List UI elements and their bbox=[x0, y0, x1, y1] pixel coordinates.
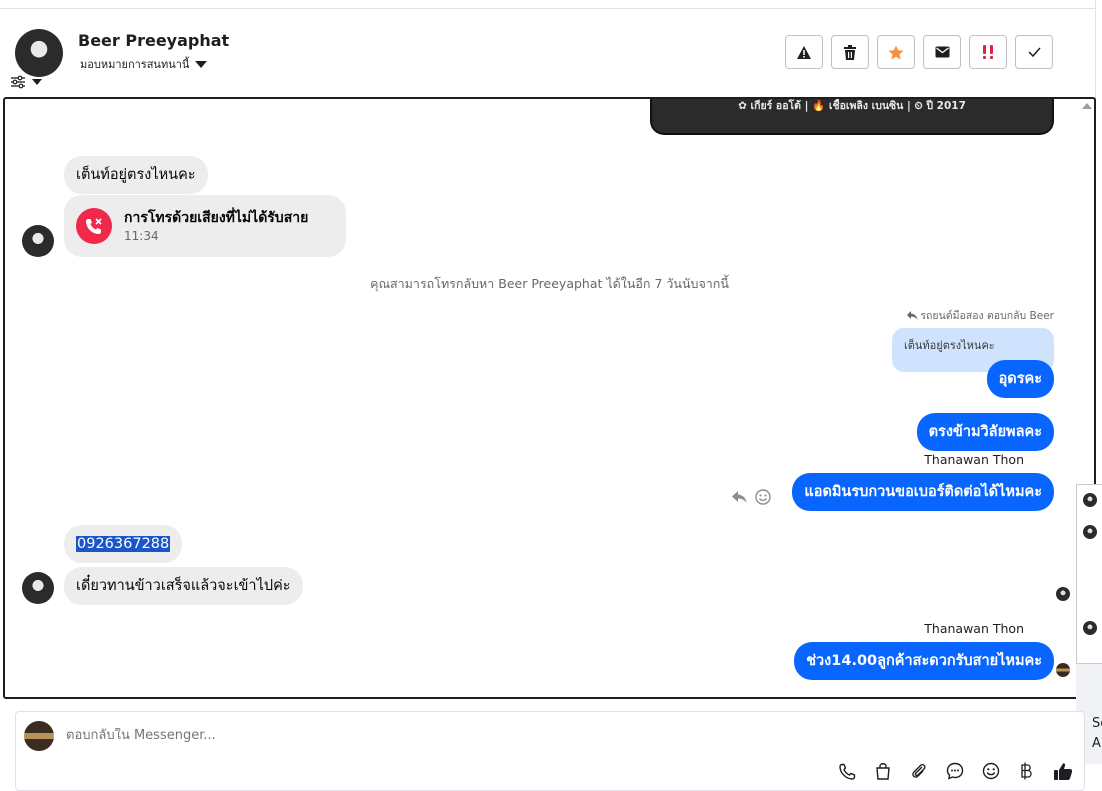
emoji-react-icon[interactable] bbox=[755, 489, 771, 505]
conversation-actions bbox=[785, 35, 1053, 69]
contact-name[interactable]: Beer Preeyaphat bbox=[78, 31, 229, 50]
side-avatar bbox=[1083, 525, 1097, 539]
reply-arrow-icon bbox=[907, 311, 918, 320]
reply-context-text: รถยนต์มือสอง ตอบกลับ Beer bbox=[920, 310, 1054, 322]
outgoing-message[interactable]: ช่วง14.00ลูกค้าสะดวกรับสายไหมคะ bbox=[794, 642, 1054, 680]
contact-avatar[interactable] bbox=[15, 29, 63, 77]
phone-number[interactable]: 0926367288 bbox=[76, 536, 171, 552]
attach-button[interactable] bbox=[908, 760, 930, 782]
top-divider bbox=[0, 8, 1095, 9]
shop-button[interactable] bbox=[872, 760, 894, 782]
contact-avatar-small bbox=[22, 572, 54, 604]
saved-replies-button[interactable] bbox=[944, 760, 966, 782]
outgoing-message[interactable]: อุดรคะ bbox=[986, 360, 1054, 398]
phone-icon bbox=[838, 763, 855, 780]
side-text: Sc bbox=[1092, 716, 1102, 731]
warning-icon bbox=[797, 45, 811, 59]
message-hover-tools bbox=[732, 489, 771, 505]
reply-input[interactable] bbox=[66, 728, 666, 743]
composer-toolbar bbox=[836, 760, 1074, 782]
star-icon bbox=[888, 45, 904, 59]
callback-notice: คุณสามารถโทรกลับหา Beer Preeyaphat ได้ใน… bbox=[370, 276, 729, 291]
trash-icon bbox=[844, 44, 856, 60]
sliders-icon bbox=[11, 75, 25, 89]
assign-label: มอบหมายการสนทนานี้ bbox=[80, 58, 190, 71]
side-avatar bbox=[1083, 493, 1097, 507]
page-avatar bbox=[24, 721, 54, 751]
filter-toggle[interactable] bbox=[10, 73, 50, 91]
contact-avatar-small bbox=[22, 225, 54, 257]
page-avatar-small bbox=[1056, 663, 1070, 677]
thumbs-up-icon bbox=[1054, 762, 1073, 780]
outgoing-message[interactable]: ตรงข้ามวิลัยพลคะ bbox=[916, 413, 1054, 451]
right-divider bbox=[1095, 0, 1096, 100]
baht-icon bbox=[1021, 762, 1032, 780]
star-button[interactable] bbox=[877, 35, 915, 69]
call-button[interactable] bbox=[836, 760, 858, 782]
sender-name: Thanawan Thon bbox=[924, 452, 1024, 467]
chevron-down-icon bbox=[195, 60, 208, 68]
side-panel[interactable] bbox=[1076, 484, 1102, 664]
missed-call-card[interactable]: การโทรด้วยเสียงที่ไม่ได้รับสาย 11:34 bbox=[64, 195, 346, 257]
side-avatar bbox=[1083, 621, 1097, 635]
check-icon bbox=[1027, 47, 1041, 57]
side-text: A bbox=[1092, 736, 1101, 751]
reply-composer bbox=[15, 711, 1085, 791]
conversation-thread[interactable]: ✿ เกียร์ ออโต้ | 🔥 เชื้อเพลิง เบนซิน | ⏲… bbox=[3, 97, 1096, 699]
like-button[interactable] bbox=[1052, 760, 1074, 782]
report-spam-button[interactable] bbox=[785, 35, 823, 69]
double-exclamation-icon bbox=[983, 45, 993, 59]
delete-button[interactable] bbox=[831, 35, 869, 69]
vehicle-card[interactable]: ✿ เกียร์ ออโต้ | 🔥 เชื้อเพลิง เบนซิน | ⏲… bbox=[652, 99, 1052, 133]
emoji-button[interactable] bbox=[980, 760, 1002, 782]
mark-done-button[interactable] bbox=[1015, 35, 1053, 69]
shopping-bag-icon bbox=[876, 763, 890, 780]
chevron-down-icon bbox=[32, 79, 42, 85]
incoming-message[interactable]: เต็นท์อยู่ตรงไหนคะ bbox=[64, 156, 208, 194]
emoji-icon bbox=[982, 762, 1000, 780]
mail-icon bbox=[935, 46, 949, 58]
reply-context: รถยนต์มือสอง ตอบกลับ Beer bbox=[907, 307, 1054, 324]
reply-icon[interactable] bbox=[732, 491, 747, 503]
missed-call-icon bbox=[76, 208, 112, 244]
paperclip-icon bbox=[912, 763, 926, 778]
follow-up-button[interactable] bbox=[969, 35, 1007, 69]
scroll-up-arrow[interactable] bbox=[1082, 103, 1092, 109]
missed-call-time: 11:34 bbox=[124, 229, 159, 243]
read-receipt-avatar bbox=[1056, 587, 1070, 601]
vehicle-specs: ✿ เกียร์ ออโต้ | 🔥 เชื้อเพลิง เบนซิน | ⏲… bbox=[738, 100, 966, 112]
sender-name: Thanawan Thon bbox=[924, 621, 1024, 636]
outgoing-message[interactable]: แอดมินรบกวนขอเบอร์ติดต่อได้ไหมคะ bbox=[792, 473, 1054, 511]
incoming-message[interactable]: 0926367288 bbox=[64, 525, 183, 563]
missed-call-title: การโทรด้วยเสียงที่ไม่ได้รับสาย bbox=[124, 210, 309, 226]
mark-unread-button[interactable] bbox=[923, 35, 961, 69]
assign-conversation[interactable]: มอบหมายการสนทนานี้ bbox=[80, 55, 208, 73]
chat-bubble-icon bbox=[946, 762, 964, 780]
incoming-message[interactable]: เดี๋ยวทานข้าวเสร็จแล้วจะเข้าไปค่ะ bbox=[64, 567, 303, 605]
payment-button[interactable] bbox=[1016, 760, 1038, 782]
